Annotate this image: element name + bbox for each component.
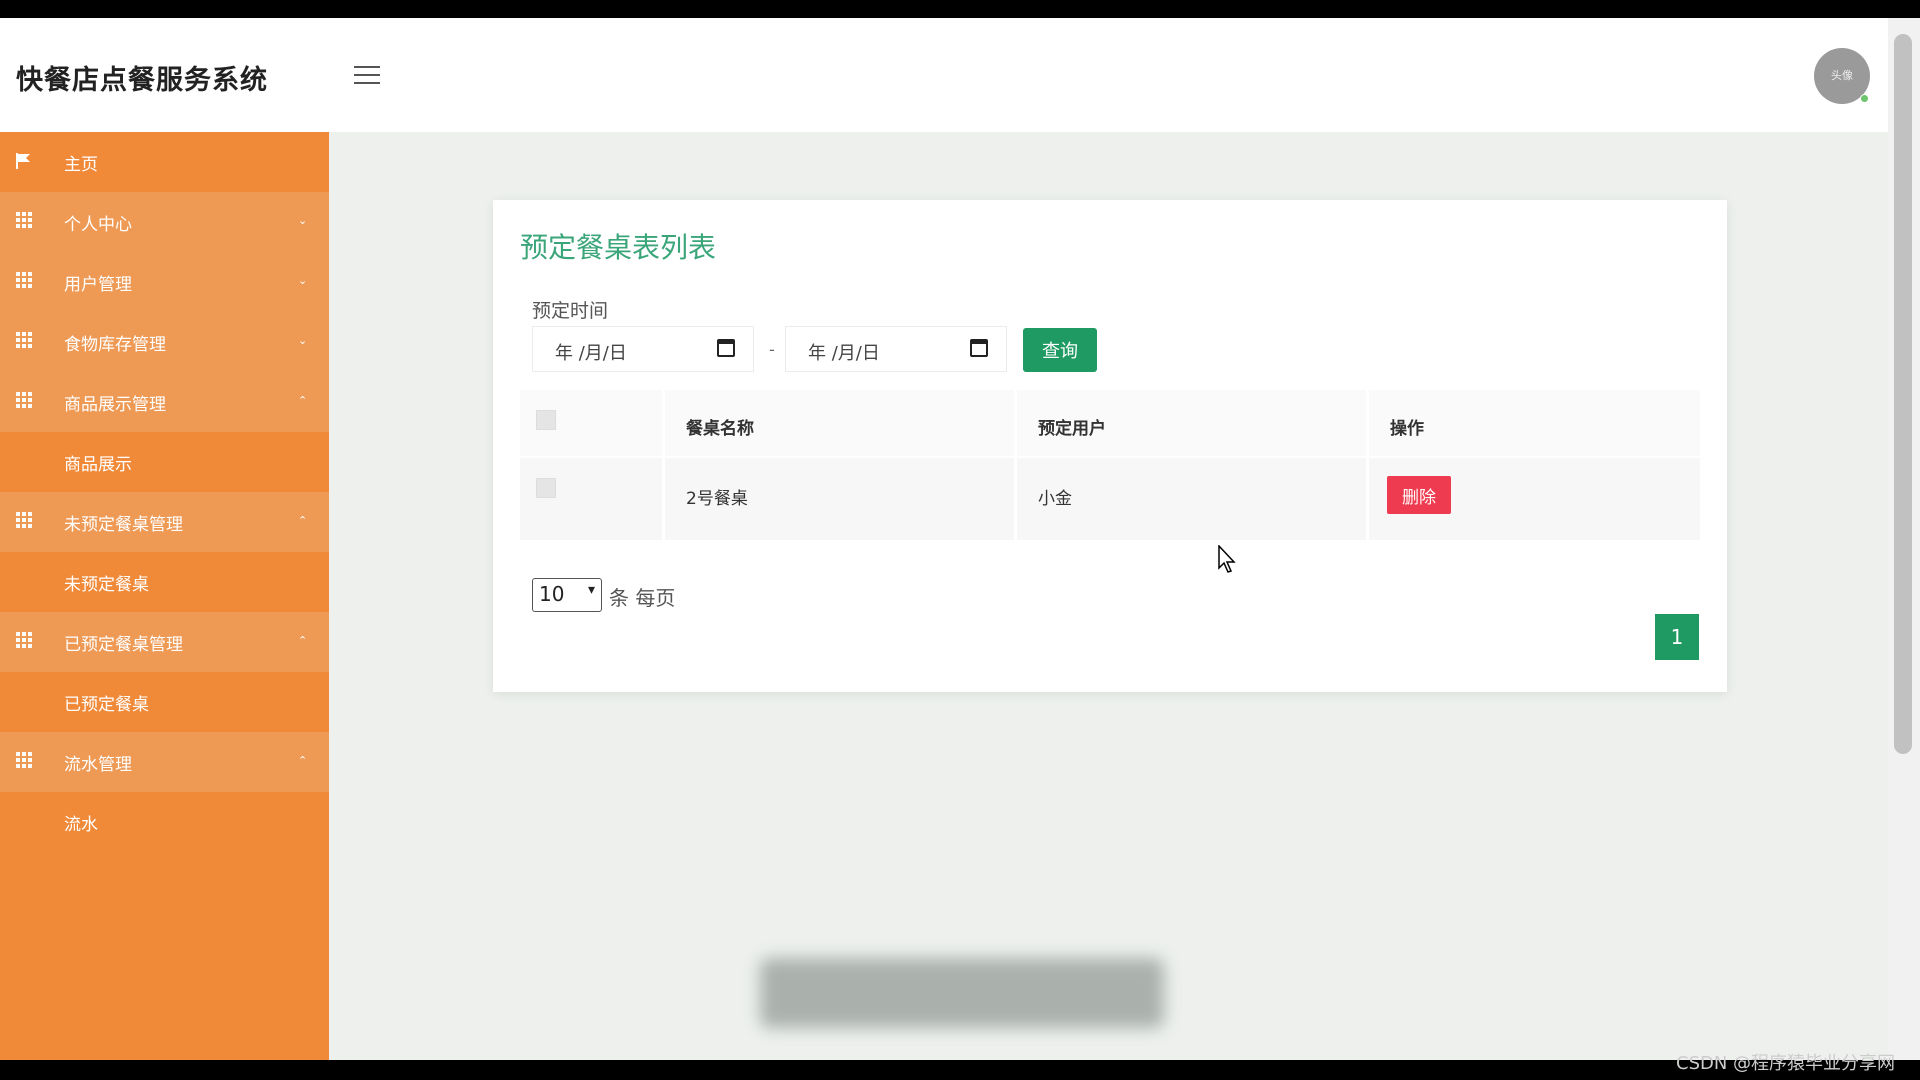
grid-icon — [16, 332, 32, 348]
chevron-up-icon: ⌃ — [298, 514, 308, 527]
sidebar-item-label: 商品展示管理 — [64, 395, 166, 415]
page-size-select[interactable]: 10 ▾ — [532, 578, 602, 612]
watermark: CSDN @程序猿毕业分享网 — [1676, 1053, 1896, 1074]
online-status-dot — [1860, 94, 1869, 103]
header-table-name: 餐桌名称 — [665, 390, 1014, 456]
scrollbar-thumb[interactable] — [1894, 34, 1912, 754]
header-select-cell — [520, 390, 662, 456]
sidebar: 主页 个人中心 ⌄ 用户管理 ⌄ 食物库存管理 ⌄ 商品展示管理 ⌃ 商品展示 … — [0, 132, 329, 1060]
header-reserved-user: 预定用户 — [1017, 390, 1366, 456]
mouse-cursor-icon — [1218, 545, 1236, 573]
end-date-input[interactable]: 年 /月/日 — [785, 326, 1007, 372]
table-row: 2号餐桌 小金 删除 — [520, 458, 1700, 540]
table-header-row: 餐桌名称 预定用户 操作 — [520, 390, 1700, 456]
cell-text: 小金 — [1038, 489, 1072, 509]
grid-icon — [16, 392, 32, 408]
filter-label: 预定时间 — [532, 300, 609, 322]
date-placeholder: 年 /月/日 — [808, 343, 880, 364]
sidebar-item-reserved-tables-management[interactable]: 已预定餐桌管理 ⌃ — [0, 612, 329, 672]
sidebar-item-personal-center[interactable]: 个人中心 ⌄ — [0, 192, 329, 252]
sidebar-item-unreserved-tables[interactable]: 未预定餐桌 — [0, 552, 329, 612]
page-button-current[interactable]: 1 — [1655, 614, 1699, 660]
chevron-up-icon: ⌃ — [298, 754, 308, 767]
calendar-icon[interactable] — [717, 339, 735, 357]
header-actions: 操作 — [1369, 390, 1700, 456]
calendar-icon[interactable] — [970, 339, 988, 357]
cell-text: 2号餐桌 — [686, 489, 748, 509]
chevron-down-icon: ▾ — [587, 582, 595, 598]
page-size-label: 条 每页 — [609, 586, 676, 610]
sidebar-item-label: 已预定餐桌管理 — [64, 635, 183, 655]
cell-reserved-user: 小金 — [1017, 458, 1366, 540]
sidebar-item-label: 主页 — [64, 155, 98, 175]
chevron-up-icon: ⌃ — [298, 634, 308, 647]
grid-icon — [16, 632, 32, 648]
page-title: 预定餐桌表列表 — [520, 231, 717, 264]
column-header: 预定用户 — [1038, 419, 1106, 439]
delete-button[interactable]: 删除 — [1387, 476, 1451, 514]
chevron-down-icon: ⌄ — [298, 274, 308, 287]
sidebar-item-label: 已预定餐桌 — [64, 695, 149, 715]
sidebar-item-product-display[interactable]: 商品展示 — [0, 432, 329, 492]
sidebar-item-label: 未预定餐桌 — [64, 575, 149, 595]
top-bar: 快餐店点餐服务系统 头像 — [0, 18, 1888, 132]
sidebar-item-label: 个人中心 — [64, 215, 132, 235]
sidebar-item-reserved-tables[interactable]: 已预定餐桌 — [0, 672, 329, 732]
row-checkbox[interactable] — [536, 478, 556, 498]
select-all-checkbox[interactable] — [536, 410, 556, 430]
date-range-separator: - — [769, 340, 775, 359]
sidebar-item-unreserved-tables-management[interactable]: 未预定餐桌管理 ⌃ — [0, 492, 329, 552]
list-card: 预定餐桌表列表 预定时间 年 /月/日 - 年 /月/日 查询 餐桌名称 预定用… — [493, 200, 1727, 692]
app-title: 快餐店点餐服务系统 — [16, 65, 268, 96]
grid-icon — [16, 752, 32, 768]
date-placeholder: 年 /月/日 — [555, 343, 627, 364]
cell-table-name: 2号餐桌 — [665, 458, 1014, 540]
chevron-up-icon: ⌃ — [298, 394, 308, 407]
blurred-overlay — [760, 958, 1164, 1028]
sidebar-item-home[interactable]: 主页 — [0, 132, 329, 192]
chevron-down-icon: ⌄ — [298, 334, 308, 347]
grid-icon — [16, 212, 32, 228]
app-window: 快餐店点餐服务系统 头像 主页 个人中心 ⌄ 用户管理 ⌄ 食物库存管理 ⌄ 商… — [0, 18, 1888, 1060]
column-header: 操作 — [1390, 419, 1424, 439]
sidebar-item-product-display-management[interactable]: 商品展示管理 ⌃ — [0, 372, 329, 432]
grid-icon — [16, 512, 32, 528]
row-select-cell — [520, 458, 662, 540]
sidebar-item-cashflow[interactable]: 流水 — [0, 792, 329, 852]
sidebar-item-label: 流水管理 — [64, 755, 132, 775]
vertical-scrollbar[interactable] — [1888, 18, 1920, 1060]
menu-toggle-icon[interactable] — [354, 66, 380, 86]
sidebar-item-label: 流水 — [64, 815, 98, 835]
sidebar-item-label: 未预定餐桌管理 — [64, 515, 183, 535]
sidebar-item-cashflow-management[interactable]: 流水管理 ⌃ — [0, 732, 329, 792]
flag-icon — [16, 152, 32, 169]
sidebar-item-label: 食物库存管理 — [64, 335, 166, 355]
cell-actions: 删除 — [1369, 458, 1700, 540]
sidebar-item-food-inventory[interactable]: 食物库存管理 ⌄ — [0, 312, 329, 372]
column-header: 餐桌名称 — [686, 419, 754, 439]
start-date-input[interactable]: 年 /月/日 — [532, 326, 754, 372]
query-button[interactable]: 查询 — [1023, 328, 1097, 372]
page-size-value: 10 — [539, 582, 565, 606]
sidebar-item-label: 用户管理 — [64, 275, 132, 295]
chevron-down-icon: ⌄ — [298, 214, 308, 227]
sidebar-item-user-management[interactable]: 用户管理 ⌄ — [0, 252, 329, 312]
sidebar-item-label: 商品展示 — [64, 455, 132, 475]
grid-icon — [16, 272, 32, 288]
